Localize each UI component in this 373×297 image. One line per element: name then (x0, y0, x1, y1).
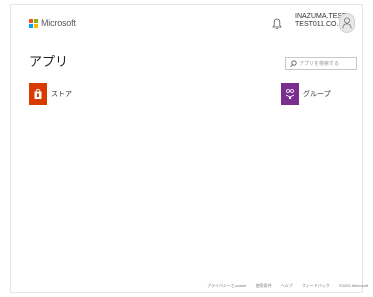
footer-link-terms[interactable]: 使用条件 (256, 283, 272, 288)
logo-blue-square (29, 24, 33, 28)
groups-icon (281, 83, 299, 105)
footer-link-help[interactable]: ヘルプ (281, 283, 293, 288)
footer: プライバシーとcookie 使用条件 ヘルプ フィードバック ©2020 Mic… (207, 283, 373, 289)
brand-name[interactable]: Microsoft (41, 18, 76, 28)
app-label-store: ストア (51, 91, 72, 98)
page-frame: Microsoft INAZUMA.TEST TEST011.CO.JP アプリ (10, 4, 368, 293)
footer-link-feedback[interactable]: フィードバック (302, 283, 330, 288)
microsoft-logo-icon[interactable] (29, 19, 38, 28)
footer-link-privacy[interactable]: プライバシーとcookie (207, 283, 246, 288)
app-label-groups: グループ (303, 91, 331, 98)
logo-green-square (34, 19, 38, 23)
search-input[interactable] (299, 58, 355, 69)
app-search-box[interactable] (285, 57, 357, 70)
footer-copyright: ©2020 Microsoft (338, 283, 369, 288)
person-icon (342, 17, 352, 29)
header: Microsoft INAZUMA.TEST TEST011.CO.JP (11, 5, 364, 43)
page-title: アプリ (29, 54, 69, 69)
search-icon (290, 60, 297, 68)
notification-bell-icon[interactable] (272, 17, 282, 29)
avatar[interactable] (339, 13, 355, 33)
logo-red-square (29, 19, 33, 23)
store-bag-icon (29, 83, 47, 105)
logo-yellow-square (34, 24, 38, 28)
